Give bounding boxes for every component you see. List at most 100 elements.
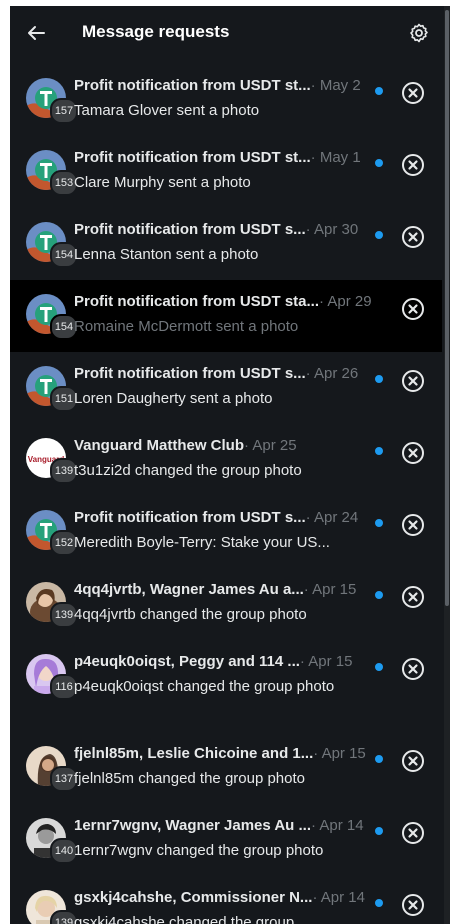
close-icon: [402, 586, 424, 608]
dismiss-request-button[interactable]: [401, 749, 425, 773]
dismiss-request-button[interactable]: [401, 441, 425, 465]
list-item[interactable]: 139 gsxkj4cahshe, Commissioner N... · Apr…: [10, 876, 442, 924]
close-icon: [402, 154, 424, 176]
close-icon: [402, 750, 424, 772]
dismiss-request-button[interactable]: [401, 153, 425, 177]
message-preview: gsxkj4cahshe changed the group: [74, 914, 295, 924]
request-list: 157 Profit notification from USDT st... ·…: [10, 64, 442, 924]
message-preview: Meredith Boyle-Terry: Stake your US...: [74, 534, 330, 551]
close-icon: [402, 658, 424, 680]
list-item[interactable]: 154 Profit notification from USDT s... · …: [10, 208, 442, 280]
timestamp: · Apr 14: [312, 888, 365, 906]
conversation-name: p4euqk0oiqst, Peggy and 114 ...: [74, 652, 300, 670]
scrollbar[interactable]: [444, 6, 450, 924]
message-requests-panel: Message requests 157 Profit notification …: [10, 6, 444, 924]
list-item[interactable]: 157 Profit notification from USDT st... ·…: [10, 64, 442, 136]
close-icon: [402, 82, 424, 104]
timestamp: · Apr 24: [305, 508, 359, 526]
gear-icon: [410, 23, 428, 43]
unread-indicator: [375, 899, 383, 907]
close-icon: [402, 822, 424, 844]
message-preview: Loren Daugherty sent a photo: [74, 390, 273, 407]
list-item[interactable]: 152 Profit notification from USDT s... · …: [10, 496, 442, 568]
close-icon: [402, 226, 424, 248]
request-header: Profit notification from USDT st... · Ma…: [74, 75, 380, 95]
back-button[interactable]: [24, 21, 48, 45]
header: Message requests: [10, 6, 444, 60]
dismiss-request-button[interactable]: [401, 513, 425, 537]
timestamp: · Apr 14: [311, 816, 364, 834]
dismiss-request-button[interactable]: [401, 657, 425, 681]
list-item[interactable]: Vanguard 139 Vanguard Matthew Club · Apr 2…: [10, 424, 442, 496]
message-preview: fjelnl85m changed the group photo: [74, 770, 306, 787]
conversation-name: fjelnl85m, Leslie Chicoine and 1...: [74, 744, 314, 762]
unread-indicator: [375, 755, 383, 763]
unread-indicator: [375, 231, 383, 239]
page-title: Message requests: [82, 22, 230, 41]
conversation-name: Profit notification from USDT s...: [74, 364, 306, 382]
dismiss-request-button[interactable]: [401, 369, 425, 393]
dismiss-request-button[interactable]: [401, 585, 425, 609]
request-header: Profit notification from USDT s... · Apr…: [74, 219, 380, 239]
timestamp: · Apr 15: [303, 580, 357, 598]
conversation-name: Vanguard Matthew Club: [74, 436, 245, 454]
conversation-name: Profit notification from USDT sta...: [74, 292, 320, 310]
conversation-name: Profit notification from USDT s...: [74, 508, 306, 526]
close-icon: [402, 370, 424, 392]
unread-indicator: [375, 447, 383, 455]
close-icon: [402, 894, 424, 916]
list-item[interactable]: 139 4qq4jvrtb, Wagner James Au a... · Apr…: [10, 568, 442, 640]
dismiss-request-button[interactable]: [401, 893, 425, 917]
timestamp: · Apr 30: [305, 220, 359, 238]
timestamp: · Apr 26: [305, 364, 359, 382]
message-preview: Lenna Stanton sent a photo: [74, 246, 259, 263]
dismiss-request-button[interactable]: [401, 225, 425, 249]
close-icon: [402, 514, 424, 536]
list-item[interactable]: 151 Profit notification from USDT s... · …: [10, 352, 442, 424]
request-header: Profit notification from USDT s... · Apr…: [74, 507, 380, 527]
timestamp: · May 1: [310, 148, 361, 166]
message-preview: t3u1zi2d changed the group photo: [74, 462, 302, 479]
request-header: fjelnl85m, Leslie Chicoine and 1... · Ap…: [74, 743, 380, 763]
dismiss-request-button[interactable]: [401, 297, 425, 321]
list-item[interactable]: 116 p4euqk0oiqst, Peggy and 114 ... · Apr…: [10, 640, 442, 732]
unread-indicator: [375, 827, 383, 835]
timestamp: · Apr 15: [299, 652, 353, 670]
arrow-left-icon: [28, 26, 45, 40]
unread-indicator: [375, 159, 383, 167]
request-header: Profit notification from USDT st... · Ma…: [74, 147, 380, 167]
settings-button[interactable]: [407, 21, 431, 45]
close-icon: [402, 442, 424, 464]
list-item[interactable]: 154 Profit notification from USDT sta... …: [10, 280, 442, 352]
dismiss-request-button[interactable]: [401, 821, 425, 845]
request-header: Profit notification from USDT sta... · A…: [74, 291, 380, 311]
request-header: p4euqk0oiqst, Peggy and 114 ... · Apr 15: [74, 651, 380, 671]
timestamp: · Apr 15: [313, 744, 366, 762]
dismiss-request-button[interactable]: [401, 81, 425, 105]
list-item[interactable]: 153 Profit notification from USDT st... ·…: [10, 136, 442, 208]
unread-indicator: [375, 663, 383, 671]
conversation-name: gsxkj4cahshe, Commissioner N...: [74, 888, 313, 906]
unread-indicator: [375, 519, 383, 527]
message-preview: 1ernr7wgnv changed the group photo: [74, 842, 324, 859]
timestamp: · Apr 25: [244, 436, 297, 454]
request-header: Profit notification from USDT s... · Apr…: [74, 363, 380, 383]
close-icon: [402, 298, 424, 320]
list-item[interactable]: 137 fjelnl85m, Leslie Chicoine and 1... ·…: [10, 732, 442, 804]
message-preview: Clare Murphy sent a photo: [74, 174, 251, 191]
request-header: 4qq4jvrtb, Wagner James Au a... · Apr 15: [74, 579, 380, 599]
conversation-name: 1ernr7wgnv, Wagner James Au ...: [74, 816, 312, 834]
conversation-name: Profit notification from USDT st...: [74, 76, 311, 94]
list-item[interactable]: 140 1ernr7wgnv, Wagner James Au ... · Apr…: [10, 804, 442, 876]
unread-indicator: [375, 375, 383, 383]
message-preview: Tamara Glover sent a photo: [74, 102, 260, 119]
message-preview: 4qq4jvrtb changed the group photo: [74, 606, 307, 623]
message-preview: Romaine McDermott sent a photo: [74, 318, 299, 335]
unread-indicator: [375, 87, 383, 95]
message-preview: p4euqk0oiqst changed the group photo: [74, 678, 335, 695]
scrollbar-thumb[interactable]: [445, 10, 449, 606]
request-header: gsxkj4cahshe, Commissioner N... · Apr 14: [74, 887, 380, 907]
conversation-name: Profit notification from USDT st...: [74, 148, 311, 166]
timestamp: · Apr 29: [319, 292, 372, 310]
unread-indicator: [375, 591, 383, 599]
